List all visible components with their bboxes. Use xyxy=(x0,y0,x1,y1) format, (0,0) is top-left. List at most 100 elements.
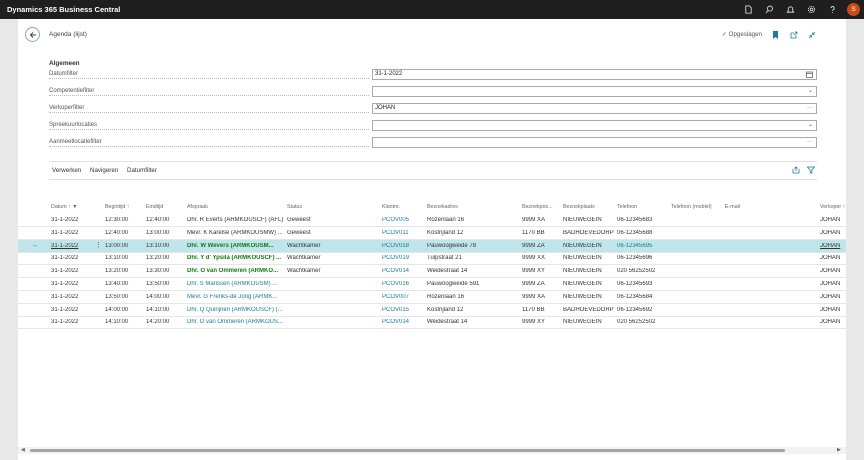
cell-afspraak[interactable]: Dhr. O van Ommeren (ARMKO... xyxy=(187,268,283,274)
ellipsis-icon[interactable]: ··· xyxy=(807,138,813,147)
cell-bezoekpostcode: 9999 XX xyxy=(522,255,546,262)
open-new-window-icon[interactable] xyxy=(789,30,798,39)
spreekuurlocaties-label: Spreekuurlocaties xyxy=(49,122,369,130)
app-title[interactable]: Dynamics 365 Business Central xyxy=(7,5,120,14)
col-datum[interactable]: Datum ↑ ▼ xyxy=(51,204,77,210)
cell-bezoekpostcode: 9999 XY xyxy=(522,319,546,326)
horizontal-scrollbar[interactable]: ◀ ▶ xyxy=(18,447,846,454)
table-row[interactable]: → ⋮ 31-1-2022 13:00:00 13:10:00 Dhr. W Wevers… xyxy=(18,239,846,253)
col-bezoekplaats[interactable]: Bezoekplaats xyxy=(563,204,595,210)
cell-afspraak[interactable]: Dhr. Y d' Ypsila (ARMKOUSCF) ... xyxy=(187,255,283,261)
col-status[interactable]: Status xyxy=(287,204,302,210)
cell-klantnr[interactable]: PCOV019 xyxy=(382,255,424,261)
cell-status: Geweest xyxy=(287,229,311,236)
verkoperfilter-label: Verkoperfilter xyxy=(49,105,369,113)
cell-datum[interactable]: 31-1-2022 xyxy=(51,319,96,325)
cell-klantnr[interactable]: PCOV007 xyxy=(382,294,424,300)
share-icon[interactable] xyxy=(792,166,800,176)
arrow-left-icon xyxy=(29,31,36,38)
table-row[interactable]: 31-1-2022 14:10:00 14:20:00 Dhr. O van Omme… xyxy=(18,316,846,330)
cell-afspraak[interactable]: Dhr. Q Quirijnen (ARMKOUSCF) (... xyxy=(187,307,283,313)
table-row[interactable]: 31-1-2022 12:30:00 12:40:00 Dhr. R Everts (… xyxy=(18,214,846,227)
competentiefilter-input[interactable]: ⌄ xyxy=(372,86,817,97)
table-row[interactable]: 31-1-2022 14:00:00 14:10:00 Dhr. Q Quirijne… xyxy=(18,304,846,317)
cell-bezoekadres: Pauwoogweide 591 xyxy=(427,281,480,287)
menu-navigeren[interactable]: Navigeren xyxy=(90,167,118,174)
col-begintijd[interactable]: Begintijd ↑ xyxy=(105,204,129,210)
cell-datum[interactable]: 31-1-2022 xyxy=(51,243,96,249)
divider xyxy=(49,179,817,180)
cell-klantnr[interactable]: PCOV014 xyxy=(382,268,424,274)
col-verkoper[interactable]: Verkoper ↑ xyxy=(820,204,845,210)
col-email[interactable]: E-mail xyxy=(725,204,740,210)
row-menu-icon[interactable]: ⋮ xyxy=(95,241,102,249)
aanmeetlocatiefilter-label: Aanmeetlocatiefilter xyxy=(49,139,369,147)
menu-datumfilter[interactable]: Datumfilter xyxy=(127,167,157,174)
col-eindtijd[interactable]: Eindtijd xyxy=(146,204,163,210)
cell-telefoon: 06-12345696 xyxy=(617,255,653,262)
table-row[interactable]: 31-1-2022 12:40:00 13:00:00 Mevr. K Karelse… xyxy=(18,227,846,240)
cell-verkoper: JOHAN xyxy=(820,281,841,287)
cell-telefoon: 06-12345688 xyxy=(617,229,653,236)
gear-icon[interactable] xyxy=(801,0,822,19)
table-row[interactable]: 31-1-2022 13:40:00 13:50:00 Dhr. S Marissen… xyxy=(18,278,846,291)
bell-icon[interactable] xyxy=(780,0,801,19)
cell-klantnr[interactable]: PCOV014 xyxy=(382,319,424,325)
chevron-down-icon[interactable]: ⌄ xyxy=(808,87,813,96)
avatar[interactable]: S xyxy=(847,3,860,16)
cell-datum[interactable]: 31-1-2022 xyxy=(51,307,96,313)
cell-klantnr[interactable]: PCOV018 xyxy=(382,243,424,249)
datumfilter-input[interactable]: 31-1-2022 xyxy=(372,69,817,80)
chevron-down-icon[interactable]: ⌄ xyxy=(808,121,813,130)
cell-datum[interactable]: 31-1-2022 xyxy=(51,255,96,261)
ellipsis-icon[interactable]: ··· xyxy=(807,104,813,113)
col-bezoekpostcode[interactable]: Bezoekpos... xyxy=(522,204,553,210)
col-telefoon[interactable]: Telefoon xyxy=(617,204,637,210)
col-klantnr[interactable]: Klantnr. xyxy=(382,204,400,210)
cell-afspraak[interactable]: Dhr. W Wevers (ARMKOUSM... xyxy=(187,243,283,249)
cell-afspraak[interactable]: Dhr. O van Ommeren (ARMKOUS... xyxy=(187,319,283,325)
action-bar: Verwerken Navigeren Datumfilter xyxy=(49,164,817,178)
cell-datum[interactable]: 31-1-2022 xyxy=(51,217,96,223)
scrollbar-thumb[interactable] xyxy=(30,449,785,452)
verkoperfilter-input[interactable]: JOHAN ··· xyxy=(372,103,817,114)
cell-begintijd: 13:20:00 xyxy=(105,268,129,275)
cell-datum[interactable]: 31-1-2022 xyxy=(51,294,96,300)
table-row[interactable]: 31-1-2022 13:10:00 13:20:00 Dhr. Y d' Ypsil… xyxy=(18,252,846,266)
col-afspraak[interactable]: Afspraak xyxy=(187,204,208,210)
back-button[interactable] xyxy=(25,27,40,42)
cell-klantnr[interactable]: PCOV005 xyxy=(382,217,424,223)
calendar-icon[interactable] xyxy=(806,70,813,82)
verkoperfilter-value: JOHAN xyxy=(375,105,396,111)
cell-klantnr[interactable]: PCOV011 xyxy=(382,230,424,236)
search-icon[interactable] xyxy=(759,0,780,19)
section-title[interactable]: Algemeen xyxy=(49,60,80,67)
cell-datum[interactable]: 31-1-2022 xyxy=(51,268,96,274)
menu-verwerken[interactable]: Verwerken xyxy=(52,167,81,174)
filter-icon[interactable] xyxy=(806,166,816,176)
scroll-left-icon[interactable]: ◀ xyxy=(21,447,25,453)
cell-bezoekadres: Kostrijland 12 xyxy=(427,229,464,236)
aanmeetlocatiefilter-input[interactable]: ··· xyxy=(372,137,817,148)
cell-klantnr[interactable]: PCOV016 xyxy=(382,281,424,287)
table-row[interactable]: 31-1-2022 13:20:00 13:30:00 Dhr. O van Omme… xyxy=(18,265,846,279)
cell-datum[interactable]: 31-1-2022 xyxy=(51,281,96,287)
cell-datum[interactable]: 31-1-2022 xyxy=(51,230,96,236)
document-icon[interactable] xyxy=(738,0,759,19)
bookmark-icon[interactable] xyxy=(771,30,780,39)
cell-bezoekadres: Tulpstraat 21 xyxy=(427,255,462,262)
table-row[interactable]: 31-1-2022 13:50:00 14:00:00 Mevr. G Freriks… xyxy=(18,291,846,304)
help-icon[interactable] xyxy=(822,0,843,19)
cell-bezoekpostcode: 9999 XY xyxy=(522,268,546,275)
collapse-icon[interactable] xyxy=(807,30,816,39)
cell-klantnr[interactable]: PCOV015 xyxy=(382,307,424,313)
col-telefoon-mobiel[interactable]: Telefoon (mobiel) xyxy=(671,204,712,210)
spreekuurlocaties-input[interactable]: ⌄ xyxy=(372,120,817,131)
cell-afspraak[interactable]: Dhr. S Marissen (ARMKOUSM) ... xyxy=(187,281,283,287)
col-bezoekadres[interactable]: Bezoekadres xyxy=(427,204,458,210)
cell-afspraak[interactable]: Mevr. G Freriks-de Jong (ARMK... xyxy=(187,294,283,300)
cell-afspraak[interactable]: Dhr. R Everts (ARMKOUSCF) (AFL) xyxy=(187,217,283,223)
cell-bezoekadres: Rozenlaan 16 xyxy=(427,293,465,300)
scroll-right-icon[interactable]: ▶ xyxy=(837,447,841,453)
cell-afspraak[interactable]: Mevr. K Karelse (ARMKOUSMW) ... xyxy=(187,230,283,236)
